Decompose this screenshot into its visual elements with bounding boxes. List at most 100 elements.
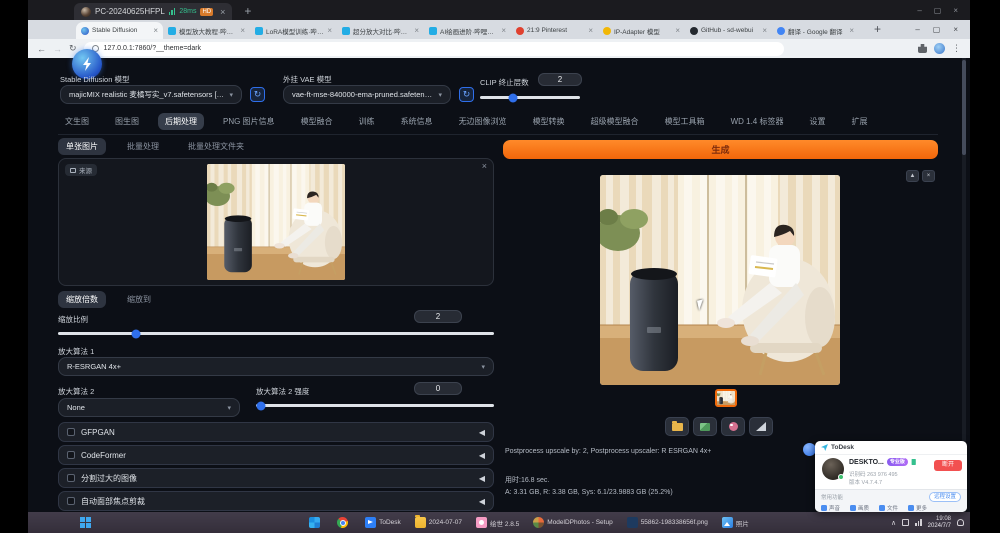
open-folder-button[interactable] xyxy=(665,417,689,436)
upscaler2-dropdown[interactable]: None ▾ xyxy=(58,398,240,417)
reload-icon[interactable]: ↻ xyxy=(69,43,77,54)
clip-skip-slider[interactable] xyxy=(480,96,580,99)
browser-tab[interactable]: 超分放大对比·哔哩哔哩 × xyxy=(337,22,424,39)
tab-close-icon[interactable]: × xyxy=(153,26,158,35)
generate-button[interactable]: 生成 xyxy=(503,140,938,159)
phone-icon[interactable] xyxy=(911,459,917,465)
vae-refresh-button[interactable]: ↻ xyxy=(459,87,474,102)
profile-avatar[interactable] xyxy=(934,43,945,54)
save-image-button[interactable] xyxy=(693,417,717,436)
browser-tab[interactable]: Stable Diffusion × xyxy=(76,22,163,39)
accordion-row[interactable]: CodeFormer ◀ xyxy=(58,445,494,465)
main-tab[interactable]: 文生图 xyxy=(58,113,96,130)
checkpoint-dropdown[interactable]: majicMIX realistic 麦橘写实_v7.safetensors [… xyxy=(60,85,242,104)
checkpoint-refresh-button[interactable]: ↻ xyxy=(250,87,265,102)
accordion-row[interactable]: 分割过大的图像 ◀ xyxy=(58,468,494,488)
generated-image[interactable] xyxy=(600,175,840,385)
expand-output-button[interactable]: ▲ xyxy=(906,170,919,182)
accordion-row[interactable]: 自动面部焦点剪裁 ◀ xyxy=(58,491,494,511)
browser-tab[interactable]: IP-Adapter 模型 × xyxy=(598,22,685,39)
tab-close-icon[interactable]: × xyxy=(240,26,245,35)
clear-image-button[interactable]: × xyxy=(482,161,487,171)
browser-tab[interactable]: 21:9 Pinterest × xyxy=(511,22,598,39)
browser-tab[interactable]: AI绘画进阶·哔哩哔哩 × xyxy=(424,22,511,39)
disconnect-button[interactable]: 断开 xyxy=(934,460,962,471)
resize-tab[interactable]: 缩放倍数 xyxy=(58,291,106,308)
source-tab[interactable]: 批量处理文件夹 xyxy=(180,138,252,155)
main-tab[interactable]: 超级模型融合 xyxy=(584,113,646,130)
notification-bell-icon[interactable] xyxy=(957,519,964,526)
main-tab[interactable]: 训练 xyxy=(352,113,382,130)
remote-settings-button[interactable]: 远程设置 xyxy=(929,492,961,502)
quick-action-button[interactable]: 更多 xyxy=(908,504,927,512)
browser-menu-icon[interactable]: ⋮ xyxy=(952,43,961,54)
back-icon[interactable]: ← xyxy=(37,44,46,54)
quick-action-button[interactable]: 文件 xyxy=(879,504,898,512)
source-image-dropzone[interactable]: 来源 × xyxy=(58,158,494,286)
remote-maximize-button[interactable]: ▢ xyxy=(934,6,942,15)
quick-action-button[interactable]: 声音 xyxy=(821,504,840,512)
main-tab[interactable]: 模型转换 xyxy=(526,113,572,130)
address-bar[interactable]: 127.0.0.1:7860/?__theme=dark xyxy=(84,42,784,56)
browser-tab[interactable]: GitHub - sd-webui × xyxy=(685,22,772,39)
browser-tab[interactable]: 翻译 - Google 翻译 × xyxy=(772,22,859,39)
extensions-icon[interactable] xyxy=(918,44,927,53)
checkbox[interactable] xyxy=(67,428,75,436)
browser-tab[interactable]: 模型放大教程·哔哩哔哩 × xyxy=(163,22,250,39)
send-to-inpaint-button[interactable] xyxy=(749,417,773,436)
upscaler2-strength-slider[interactable] xyxy=(256,404,494,407)
main-tab[interactable]: 模型工具箱 xyxy=(658,113,712,130)
tab-close-icon[interactable]: × xyxy=(327,26,332,35)
remote-minimize-button[interactable]: – xyxy=(917,6,921,15)
remote-new-tab-button[interactable]: + xyxy=(244,4,251,18)
main-tab[interactable]: 扩展 xyxy=(844,113,874,130)
scale-slider-handle[interactable] xyxy=(132,329,141,338)
send-to-extras-button[interactable] xyxy=(721,417,745,436)
taskbar-app[interactable] xyxy=(334,515,354,531)
upscaler1-dropdown[interactable]: R-ESRGAN 4x+ ▾ xyxy=(58,357,494,376)
upscaler2-strength-value[interactable]: 0 xyxy=(414,382,462,395)
source-tab[interactable]: 单张图片 xyxy=(58,138,106,155)
quick-action-button[interactable]: 画质 xyxy=(850,504,869,512)
clip-skip-slider-handle[interactable] xyxy=(509,93,518,102)
checkbox[interactable] xyxy=(67,451,75,459)
taskbar-clock[interactable]: 19:08 2024/7/7 xyxy=(928,516,951,530)
browser-new-tab-button[interactable]: + xyxy=(874,22,881,36)
taskbar-app[interactable]: 55862-198338656f.png xyxy=(624,515,711,531)
main-tab[interactable]: 后期处理 xyxy=(158,113,204,130)
browser-maximize-button[interactable]: ▢ xyxy=(933,25,941,34)
main-tab[interactable]: 模型融合 xyxy=(294,113,340,130)
scrollbar-thumb[interactable] xyxy=(962,60,966,155)
taskbar-app[interactable]: 照片 xyxy=(719,515,752,531)
tab-close-icon[interactable]: × xyxy=(588,26,593,35)
remote-close-button[interactable]: × xyxy=(953,6,958,15)
taskbar-app[interactable]: 绘世 2.8.5 xyxy=(473,515,522,531)
tab-close-icon[interactable]: × xyxy=(849,26,854,35)
browser-tab[interactable]: LoRA模型训练·哔哩哔哩 × xyxy=(250,22,337,39)
remote-session-tab[interactable]: PC-20240625HFPL 28ms HD × xyxy=(74,3,232,20)
tray-chevron-icon[interactable]: ∧ xyxy=(891,519,896,527)
main-tab[interactable]: PNG 图片信息 xyxy=(216,113,282,130)
checkbox[interactable] xyxy=(67,497,75,505)
main-tab[interactable]: 图生图 xyxy=(108,113,146,130)
taskbar-app[interactable]: 2024-07-07 xyxy=(412,515,465,531)
taskbar-app[interactable]: ToDesk xyxy=(362,515,404,531)
clip-skip-value[interactable]: 2 xyxy=(538,73,582,86)
tray-app-icon[interactable] xyxy=(902,519,909,526)
network-icon[interactable] xyxy=(915,519,922,526)
main-tab[interactable]: WD 1.4 标签器 xyxy=(724,113,791,130)
output-thumbnail[interactable] xyxy=(715,389,737,407)
scale-slider[interactable] xyxy=(58,332,494,335)
vae-dropdown[interactable]: vae-ft-mse-840000-ema-pruned.safetensors… xyxy=(283,85,451,104)
tab-close-icon[interactable]: × xyxy=(501,26,506,35)
checkbox[interactable] xyxy=(67,474,75,482)
upscaler2-strength-slider-handle[interactable] xyxy=(256,401,265,410)
accordion-row[interactable]: GFPGAN ◀ xyxy=(58,422,494,442)
browser-close-button[interactable]: × xyxy=(953,25,958,34)
tab-close-icon[interactable]: × xyxy=(675,26,680,35)
taskbar-app[interactable] xyxy=(306,515,326,531)
source-tab[interactable]: 批量处理 xyxy=(119,138,167,155)
scale-value[interactable]: 2 xyxy=(414,310,462,323)
main-tab[interactable]: 无边图像浏览 xyxy=(452,113,514,130)
remote-tab-close-button[interactable]: × xyxy=(220,7,225,17)
